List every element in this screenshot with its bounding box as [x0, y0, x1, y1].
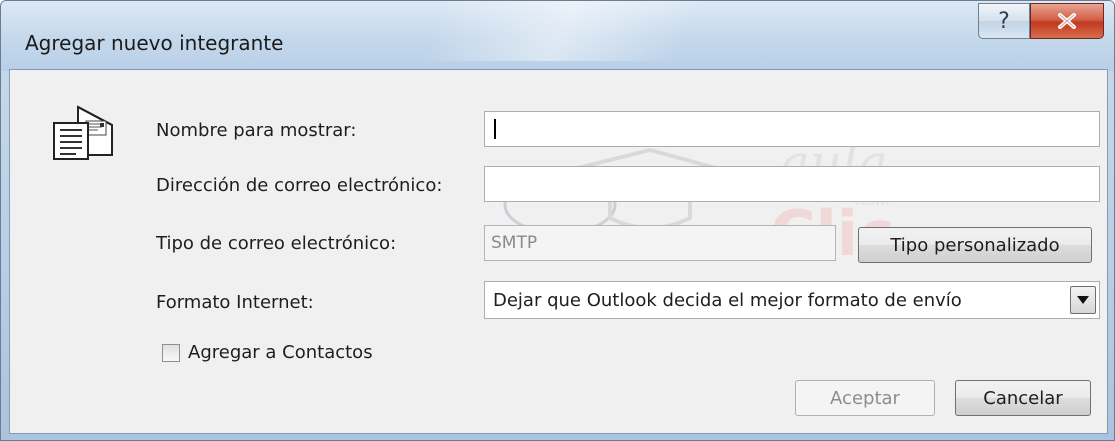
help-icon: ? — [998, 8, 1010, 34]
display-name-label: Nombre para mostrar: — [156, 120, 357, 141]
dropdown-button[interactable] — [1070, 286, 1096, 314]
email-type-input: SMTP — [484, 225, 836, 261]
add-to-contacts-checkbox[interactable] — [162, 344, 180, 362]
dialog-title: Agregar nuevo integrante — [25, 31, 284, 55]
text-caret — [494, 119, 496, 139]
internet-format-label: Formato Internet: — [156, 292, 314, 313]
email-type-value: SMTP — [491, 233, 538, 253]
accept-button[interactable]: Aceptar — [795, 380, 935, 416]
add-to-contacts-label[interactable]: Agregar a Contactos — [188, 342, 373, 363]
dialog-body: aula .com Clic Nombre para mostrar: Dire… — [9, 69, 1108, 434]
internet-format-select[interactable]: Dejar que Outlook decida el mejor format… — [484, 281, 1100, 319]
display-name-input[interactable] — [484, 111, 1100, 147]
title-bar[interactable]: Agregar nuevo integrante ? — [1, 1, 1114, 71]
address-card-envelope-icon — [53, 105, 113, 160]
dialog-window: Agregar nuevo integrante ? aula .com Cli… — [0, 0, 1115, 441]
help-button[interactable]: ? — [978, 3, 1030, 39]
email-type-label: Tipo de correo electrónico: — [156, 233, 397, 254]
email-address-label: Dirección de correo electrónico: — [156, 175, 443, 196]
title-bar-sheen — [417, 1, 705, 61]
email-address-input[interactable] — [484, 166, 1100, 202]
close-button[interactable] — [1030, 3, 1104, 39]
internet-format-value: Dejar que Outlook decida el mejor format… — [493, 290, 962, 311]
cancel-button[interactable]: Cancelar — [955, 380, 1091, 416]
chevron-down-icon — [1077, 296, 1089, 304]
custom-type-button[interactable]: Tipo personalizado — [858, 227, 1092, 263]
close-icon — [1058, 13, 1076, 29]
